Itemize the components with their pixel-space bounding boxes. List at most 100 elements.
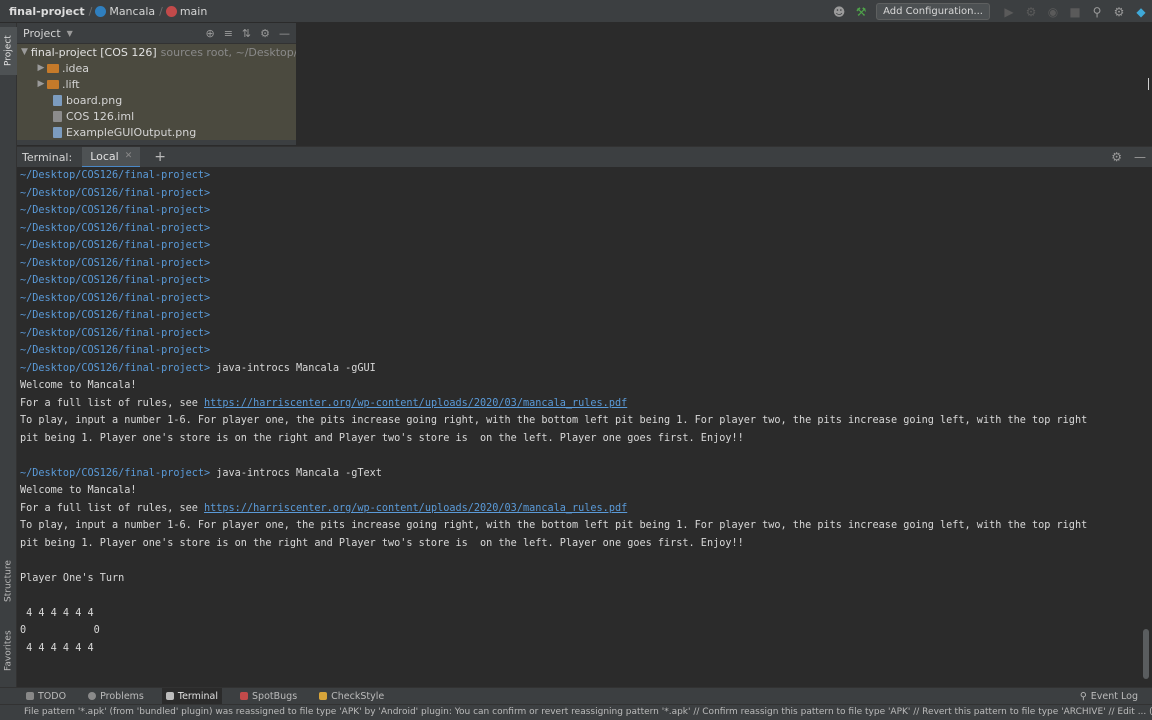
chevron-right-icon[interactable]: ▶ <box>35 63 47 73</box>
stop-icon[interactable]: ■ <box>1068 5 1082 19</box>
image-file-icon <box>53 94 62 106</box>
module-file-icon <box>53 110 62 122</box>
bottom-tool-tabs: TODO Problems Terminal SpotBugs CheckSty… <box>0 687 1152 705</box>
terminal-line: ~/Desktop/COS126/final-project> java-int… <box>20 360 1152 378</box>
tree-root[interactable]: ▼ final-project [COS 126] sources root, … <box>17 44 296 60</box>
collapse-all-icon[interactable]: ≡ <box>224 27 233 40</box>
terminal-line: ~/Desktop/COS126/final-project> <box>20 325 1152 343</box>
tree-item-idea[interactable]: ▶ .idea <box>17 60 296 76</box>
spotbugs-icon <box>240 692 249 700</box>
tab-problems[interactable]: Problems <box>84 688 148 705</box>
tab-label: SpotBugs <box>252 690 298 702</box>
terminal-line: ~/Desktop/COS126/final-project> <box>20 202 1152 220</box>
checkstyle-icon <box>319 692 328 700</box>
prompt-path: ~/Desktop/COS126/final-project> <box>20 205 211 216</box>
terminal-line: Player One's Turn <box>20 572 125 584</box>
coverage-icon[interactable]: ◉ <box>1046 5 1060 19</box>
board-bottom-row: 4 4 4 4 4 4 <box>20 642 94 654</box>
run-icon[interactable]: ▶ <box>1002 5 1016 19</box>
build-hammer-icon[interactable]: ⚒ <box>854 5 868 19</box>
event-log-button[interactable]: ⚲ Event Log <box>1080 688 1138 705</box>
tab-label: Problems <box>100 690 144 702</box>
project-tool-tab[interactable]: Project <box>0 27 17 75</box>
rules-link[interactable]: https://harriscenter.org/wp-content/uplo… <box>204 398 627 409</box>
expand-icon[interactable]: ⇅ <box>242 27 251 40</box>
close-icon[interactable]: ✕ <box>125 151 133 161</box>
method-icon <box>165 5 177 17</box>
breadcrumb-project[interactable]: final-project <box>9 5 85 18</box>
status-message[interactable]: File pattern '*.apk' (from 'bundled' plu… <box>24 707 1152 717</box>
editor-area[interactable] <box>296 23 1152 145</box>
terminal-line: ~/Desktop/COS126/final-project> <box>20 185 1152 203</box>
prompt-path: ~/Desktop/COS126/final-project> <box>20 240 211 251</box>
tab-todo[interactable]: TODO <box>22 688 70 705</box>
prompt-path: ~/Desktop/COS126/final-project> <box>20 362 211 374</box>
add-configuration-button[interactable]: Add Configuration... <box>876 3 990 20</box>
breadcrumb-method[interactable]: main <box>180 5 207 18</box>
terminal-line: Welcome to Mancala! <box>20 485 137 496</box>
gear-icon[interactable]: ⚙ <box>260 27 270 40</box>
favorites-tool-tab[interactable]: Favorites <box>0 623 17 679</box>
hide-icon[interactable]: — <box>279 27 290 40</box>
panel-title[interactable]: Project <box>23 27 61 40</box>
locate-icon[interactable]: ⊕ <box>205 27 214 40</box>
structure-tool-tab[interactable]: Structure <box>0 553 17 609</box>
terminal-header: Terminal: Local ✕ + ⚙ — <box>17 146 1152 168</box>
terminal-scrollbar[interactable] <box>1143 629 1149 679</box>
image-file-icon <box>53 126 62 138</box>
rules-prefix: For a full list of rules, see <box>20 502 205 514</box>
todo-icon <box>26 692 34 700</box>
prompt-path: ~/Desktop/COS126/final-project> <box>20 467 211 479</box>
terminal-line: ~/Desktop/COS126/final-project> <box>20 237 1152 255</box>
tree-item-lift[interactable]: ▶ .lift <box>17 76 296 92</box>
tab-checkstyle[interactable]: CheckStyle <box>315 688 388 705</box>
tree-item-board[interactable]: board.png <box>17 92 296 108</box>
user-icon[interactable]: ☻ <box>832 5 846 19</box>
tree-item-example-output[interactable]: ExampleGUIOutput.png <box>17 124 296 140</box>
problems-icon <box>88 692 97 700</box>
tab-label: CheckStyle <box>331 690 385 702</box>
settings-gear-icon[interactable]: ⚙ <box>1112 5 1126 19</box>
chevron-right-icon[interactable]: ▶ <box>35 79 47 89</box>
tab-label: Terminal <box>177 690 219 702</box>
chevron-down-icon[interactable]: ▼ <box>67 29 73 38</box>
terminal-line: ~/Desktop/COS126/final-project> <box>20 255 1152 273</box>
prompt-path: ~/Desktop/COS126/final-project> <box>20 257 211 269</box>
terminal-line: ~/Desktop/COS126/final-project> <box>20 272 1152 290</box>
terminal-line: To play, input a number 1-6. For player … <box>20 520 1088 531</box>
command-text: java-introcs Mancala -gGUI <box>216 362 376 374</box>
status-bar[interactable]: File pattern '*.apk' (from 'bundled' plu… <box>0 704 1152 720</box>
terminal-output[interactable]: ~/Desktop/COS126/final-project> ~/Deskto… <box>17 167 1152 687</box>
terminal-icon <box>165 692 174 700</box>
terminal-line: pit being 1. Player one's store is on th… <box>20 537 744 549</box>
rules-link[interactable]: https://harriscenter.org/wp-content/uplo… <box>204 503 627 514</box>
prompt-path: ~/Desktop/COS126/final-project> <box>20 310 211 321</box>
hide-icon[interactable]: — <box>1134 150 1146 164</box>
chevron-down-icon[interactable]: ▼ <box>21 47 28 57</box>
project-panel-header: Project ▼ ⊕ ≡ ⇅ ⚙ — <box>17 23 296 44</box>
left-tool-strip: Project Structure Favorites <box>0 23 17 687</box>
debug-icon[interactable]: ⚙ <box>1024 5 1038 19</box>
terminal-line: To play, input a number 1-6. For player … <box>20 415 1088 426</box>
terminal-title: Terminal: <box>22 150 73 164</box>
gear-icon[interactable]: ⚙ <box>1111 150 1122 164</box>
rules-prefix: For a full list of rules, see <box>20 397 205 409</box>
search-icon[interactable]: ⚲ <box>1090 5 1104 19</box>
breadcrumb: final-project / Mancala / main <box>0 0 207 23</box>
tab-spotbugs[interactable]: SpotBugs <box>236 688 301 705</box>
plugin-icon[interactable]: ◆ <box>1134 5 1148 19</box>
tree-item-label: board.png <box>66 93 123 107</box>
class-icon <box>95 5 107 17</box>
terminal-line: For a full list of rules, see https://ha… <box>20 500 1152 518</box>
tab-terminal[interactable]: Terminal <box>161 687 223 705</box>
tree-item-label: .lift <box>62 77 80 91</box>
tree-item-iml[interactable]: COS 126.iml <box>17 108 296 124</box>
root-hint: sources root, ~/Desktop/ <box>160 45 296 59</box>
new-tab-plus-icon[interactable]: + <box>154 149 166 165</box>
breadcrumb-class[interactable]: Mancala <box>109 5 155 18</box>
tab-label: TODO <box>38 690 67 702</box>
tab-local[interactable]: Local ✕ <box>82 146 141 168</box>
prompt-path: ~/Desktop/COS126/final-project> <box>20 345 211 356</box>
tree-item-label: .idea <box>62 61 90 75</box>
